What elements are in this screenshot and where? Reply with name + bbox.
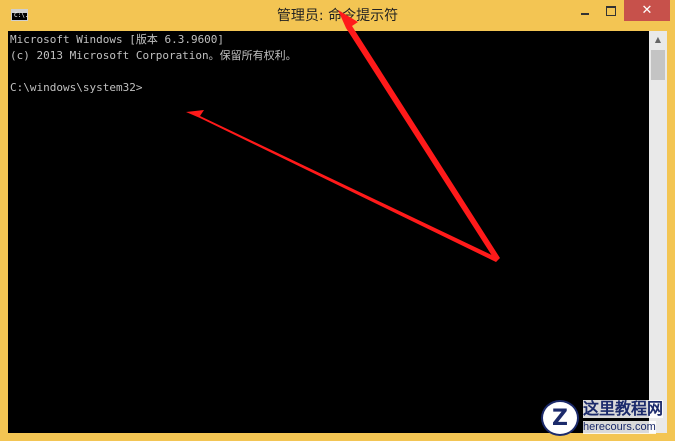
console-output[interactable]: Microsoft Windows [版本 6.3.9600] (c) 2013… (8, 31, 649, 433)
close-button[interactable]: ✕ (624, 0, 670, 21)
close-icon: ✕ (641, 3, 653, 18)
maximize-icon (606, 5, 616, 16)
console-prompt: C:\windows\system32> (10, 81, 143, 94)
chevron-up-icon: ▲ (654, 35, 662, 44)
site-watermark: Z 这里教程网 herecours.com (527, 394, 675, 441)
console-line: (c) 2013 Microsoft Corporation。保留所有权利。 (10, 49, 297, 62)
command-prompt-window: C:\. 管理员: 命令提示符 ✕ Microsoft Windows [版本 … (0, 0, 675, 441)
watermark-title: 这里教程网 (583, 399, 664, 418)
scroll-thumb[interactable] (651, 50, 665, 80)
watermark-logo: Z (541, 400, 579, 436)
minimize-icon (581, 12, 589, 15)
maximize-button[interactable] (598, 0, 624, 21)
vertical-scrollbar[interactable]: ▲ (649, 31, 667, 433)
title-bar[interactable]: C:\. 管理员: 命令提示符 ✕ (0, 0, 675, 31)
minimize-button[interactable] (572, 0, 598, 21)
console-line: Microsoft Windows [版本 6.3.9600] (10, 33, 225, 46)
watermark-url: herecours.com (583, 421, 656, 434)
scroll-up-button[interactable]: ▲ (649, 31, 667, 48)
